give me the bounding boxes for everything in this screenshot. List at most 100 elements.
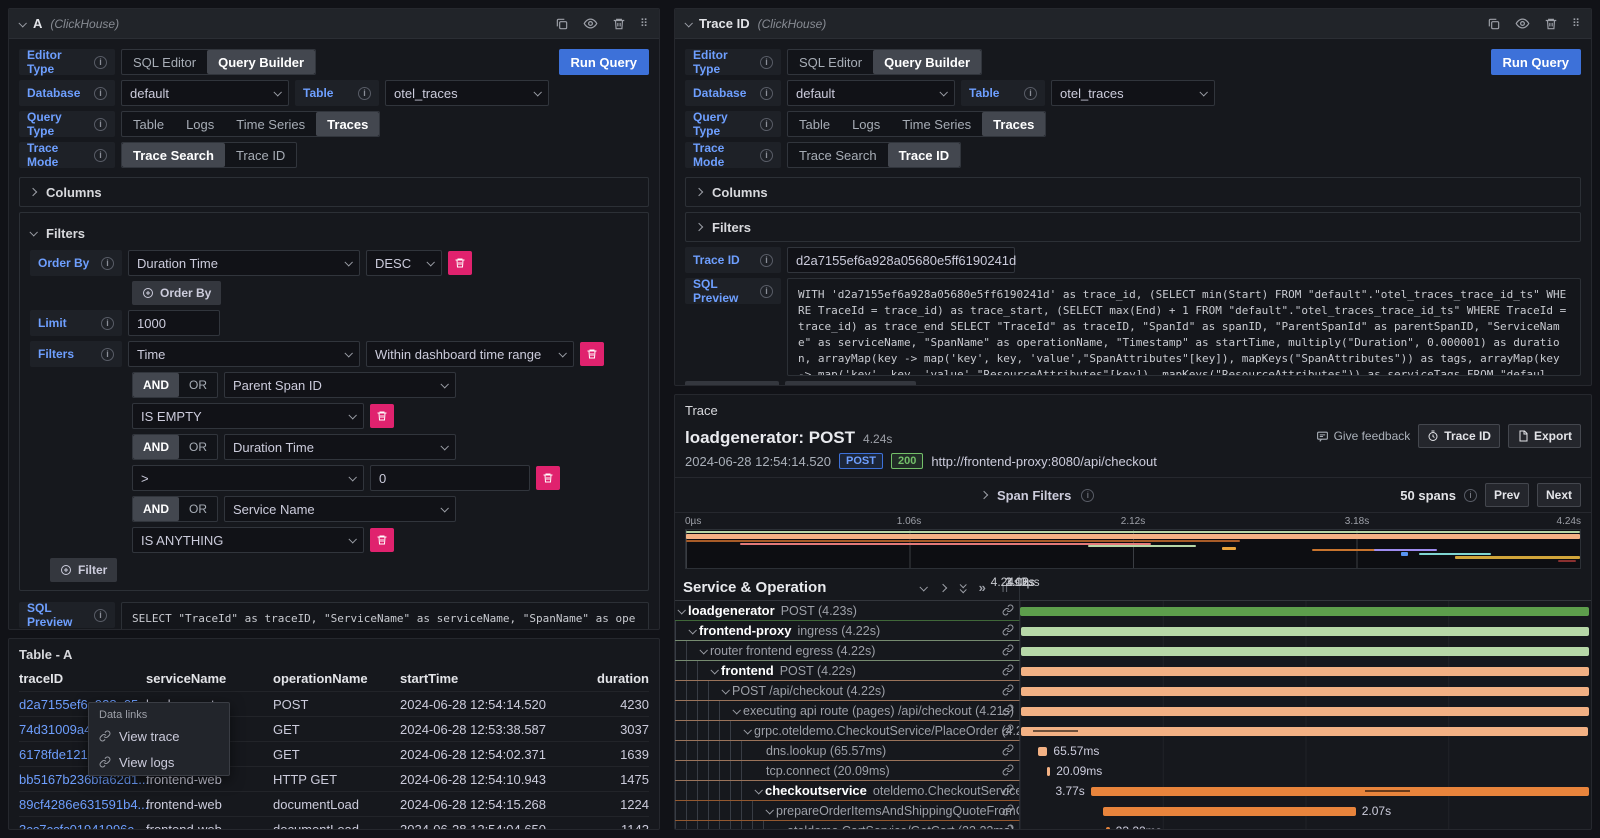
query-panel-a-header[interactable]: A (ClickHouse) ⠿	[9, 9, 659, 39]
span-row[interactable]: frontendPOST (4.22s)	[675, 661, 1591, 681]
remove-filter-button[interactable]	[580, 342, 604, 366]
and-option[interactable]: AND	[133, 373, 179, 397]
info-icon[interactable]: i	[760, 149, 773, 162]
expand-one-icon[interactable]	[938, 583, 946, 591]
span-row[interactable]: prepareOrderItemsAndShippingQuoteFromCar…	[675, 801, 1591, 821]
filter-operator-select[interactable]: >	[132, 465, 364, 491]
duplicate-icon[interactable]	[555, 17, 569, 31]
span-collapse-icon[interactable]	[688, 626, 696, 634]
or-option[interactable]: OR	[179, 497, 217, 521]
info-icon[interactable]: i	[94, 149, 107, 162]
span-duration-bar[interactable]	[1021, 687, 1589, 696]
view-logs-link[interactable]: View logs	[89, 749, 229, 775]
query-type-table[interactable]: Table	[122, 112, 175, 136]
query-panel-trace-id-header[interactable]: Trace ID (ClickHouse) ⠿	[675, 9, 1591, 39]
span-collapse-icon[interactable]	[732, 706, 740, 714]
trace-id-input[interactable]: d2a7155ef6a928a05680e5ff6190241d	[787, 247, 1015, 273]
trace-id-copy-button[interactable]: Trace ID	[1418, 424, 1500, 448]
span-collapse-icon[interactable]	[710, 666, 718, 674]
info-icon[interactable]: i	[101, 348, 114, 361]
span-name-cell[interactable]: prepareOrderItemsAndShippingQuoteFromCar…	[675, 801, 1020, 821]
hide-response-eye-icon[interactable]	[1515, 16, 1530, 31]
span-name-cell[interactable]: grpc.oteldemo.CheckoutService/PlaceOrder…	[675, 721, 1020, 741]
span-name-cell[interactable]: loadgeneratorPOST (4.23s)	[675, 601, 1020, 621]
database-select[interactable]: default	[787, 80, 955, 106]
span-duration-bar[interactable]	[1106, 827, 1110, 829]
span-collapse-icon[interactable]	[721, 686, 729, 694]
span-name-cell[interactable]: frontend-proxyingress (4.22s)	[675, 621, 1020, 641]
drag-handle-icon[interactable]: ⠿	[1572, 17, 1581, 30]
table-select[interactable]: otel_traces	[385, 80, 549, 106]
query-type-traces[interactable]: Traces	[982, 112, 1045, 136]
span-timeline-cell[interactable]	[1020, 681, 1591, 701]
query-type-table[interactable]: Table	[788, 112, 841, 136]
span-timeline-cell[interactable]	[1020, 641, 1591, 661]
filter-field-select[interactable]: Duration Time	[224, 434, 456, 460]
span-duration-bar[interactable]	[1020, 607, 1589, 616]
filter-operator-select[interactable]: IS ANYTHING	[132, 527, 364, 553]
span-collapse-icon[interactable]	[754, 786, 762, 794]
query-builder-option[interactable]: Query Builder	[873, 50, 981, 74]
span-timeline-cell[interactable]	[1020, 601, 1591, 621]
info-icon[interactable]: i	[1081, 489, 1094, 502]
or-option[interactable]: OR	[179, 435, 217, 459]
table-select[interactable]: otel_traces	[1051, 80, 1215, 106]
span-row[interactable]: dns.lookup (65.57ms)65.57ms	[675, 741, 1591, 761]
span-duration-bar[interactable]	[1021, 647, 1590, 656]
info-icon[interactable]: i	[760, 87, 773, 100]
filter-field-select[interactable]: Service Name	[224, 496, 456, 522]
query-type-traces[interactable]: Traces	[316, 112, 379, 136]
span-timeline-cell[interactable]: 2.07s	[1020, 801, 1591, 821]
remove-order-by-button[interactable]	[448, 251, 472, 275]
info-icon[interactable]: i	[101, 317, 114, 330]
prev-button[interactable]: Prev	[1485, 483, 1529, 507]
query-type-timeseries[interactable]: Time Series	[891, 112, 982, 136]
info-icon[interactable]: i	[1464, 489, 1477, 502]
span-filters-label[interactable]: Span Filters	[997, 488, 1071, 503]
col-traceid[interactable]: traceID	[19, 671, 146, 686]
span-row[interactable]: grpc.oteldemo.CheckoutService/PlaceOrder…	[675, 721, 1591, 741]
columns-section[interactable]: Columns	[19, 177, 649, 207]
span-collapse-icon[interactable]	[765, 806, 773, 814]
run-query-button[interactable]: Run Query	[559, 49, 649, 75]
span-filters-collapse-icon[interactable]	[980, 491, 988, 499]
span-duration-bar[interactable]	[1091, 787, 1589, 796]
span-link-icon[interactable]	[1002, 604, 1014, 616]
delete-query-icon[interactable]	[612, 17, 626, 31]
span-link-icon[interactable]	[1002, 744, 1014, 756]
collapse-one-icon[interactable]	[919, 583, 927, 591]
span-duration-bar[interactable]	[1021, 707, 1589, 716]
span-link-icon[interactable]	[1002, 624, 1014, 636]
filter-time-field-select[interactable]: Time	[128, 341, 360, 367]
span-duration-bar[interactable]	[1103, 807, 1355, 816]
collapse-icon[interactable]	[684, 19, 692, 27]
info-icon[interactable]: i	[760, 254, 773, 267]
cell-traceid[interactable]: 89cf4286e631591b4...	[19, 797, 146, 812]
span-collapse-icon[interactable]	[776, 826, 784, 829]
add-query-button[interactable]: +Add query	[685, 381, 779, 385]
and-option[interactable]: AND	[133, 497, 179, 521]
span-row[interactable]: tcp.connect (20.09ms)20.09ms	[675, 761, 1591, 781]
span-collapse-icon[interactable]	[677, 606, 685, 614]
drag-handle-icon[interactable]: ⠿	[640, 17, 649, 30]
info-icon[interactable]: i	[760, 285, 773, 298]
span-name-cell[interactable]: dns.lookup (65.57ms)	[675, 741, 1020, 761]
sql-editor-option[interactable]: SQL Editor	[788, 50, 873, 74]
span-link-icon[interactable]	[1002, 804, 1014, 816]
add-filter-button[interactable]: Filter	[50, 558, 117, 582]
span-timeline-cell[interactable]	[1020, 621, 1591, 641]
span-timeline-cell[interactable]	[1020, 661, 1591, 681]
col-servicename[interactable]: serviceName	[146, 671, 273, 686]
limit-input[interactable]: 1000	[128, 310, 220, 336]
span-timeline-cell[interactable]	[1020, 701, 1591, 721]
add-order-by-button[interactable]: Order By	[132, 281, 221, 305]
span-name-cell[interactable]: executing api route (pages) /api/checkou…	[675, 701, 1020, 721]
query-type-timeseries[interactable]: Time Series	[225, 112, 316, 136]
span-link-icon[interactable]	[1002, 684, 1014, 696]
col-starttime[interactable]: startTime	[400, 671, 580, 686]
span-duration-bar[interactable]	[1047, 767, 1050, 776]
span-name-cell[interactable]: oteldemo.CartService/GetCart (23.22ms)	[675, 821, 1020, 829]
info-icon[interactable]: i	[760, 56, 773, 69]
cell-traceid[interactable]: 3cc7ccfc01941996c...	[19, 822, 146, 830]
span-link-icon[interactable]	[1002, 704, 1014, 716]
